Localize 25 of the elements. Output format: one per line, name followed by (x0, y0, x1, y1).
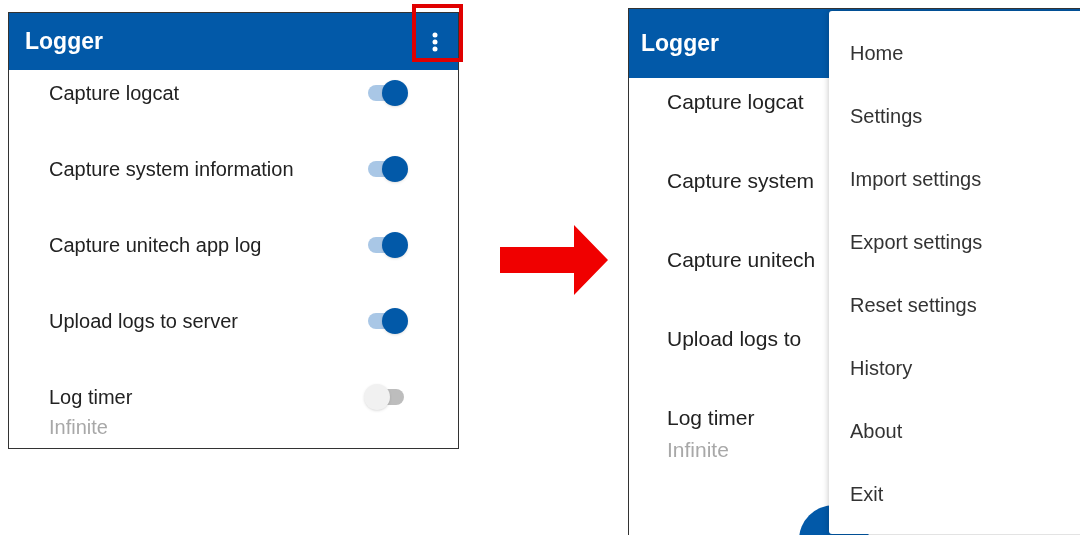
setting-label: Capture unitech app log (49, 233, 262, 257)
setting-label: Log timer (667, 405, 755, 431)
setting-label: Log timer (49, 385, 133, 409)
setting-label: Capture system (667, 168, 815, 194)
setting-summary: Infinite (667, 437, 729, 463)
setting-label: Capture logcat (49, 81, 180, 105)
menu-item[interactable]: Home (829, 21, 1080, 84)
menu-item[interactable]: Reset settings (829, 273, 1080, 336)
highlight-frame (412, 4, 463, 62)
setting-label: Capture unitech (667, 247, 816, 273)
setting-label: Capture logcat (667, 89, 804, 115)
menu-item[interactable]: History (829, 336, 1080, 399)
more-menu-icon[interactable] (432, 31, 438, 52)
menu-item[interactable]: Settings (829, 84, 1080, 147)
menu-item[interactable]: About (829, 399, 1080, 462)
app-title: Logger (641, 29, 719, 59)
menu-item[interactable]: Exit (829, 462, 1080, 525)
setting-label: Upload logs to server (49, 309, 238, 333)
setting-summary: Infinite (49, 415, 109, 439)
menu-item[interactable]: Export settings (829, 210, 1080, 273)
setting-label: Capture system information (49, 157, 294, 181)
arrow-right-icon (500, 225, 608, 295)
app-title: Logger (25, 27, 103, 57)
menu-item[interactable]: Import settings (829, 147, 1080, 210)
setting-label: Upload logs to (667, 326, 802, 352)
